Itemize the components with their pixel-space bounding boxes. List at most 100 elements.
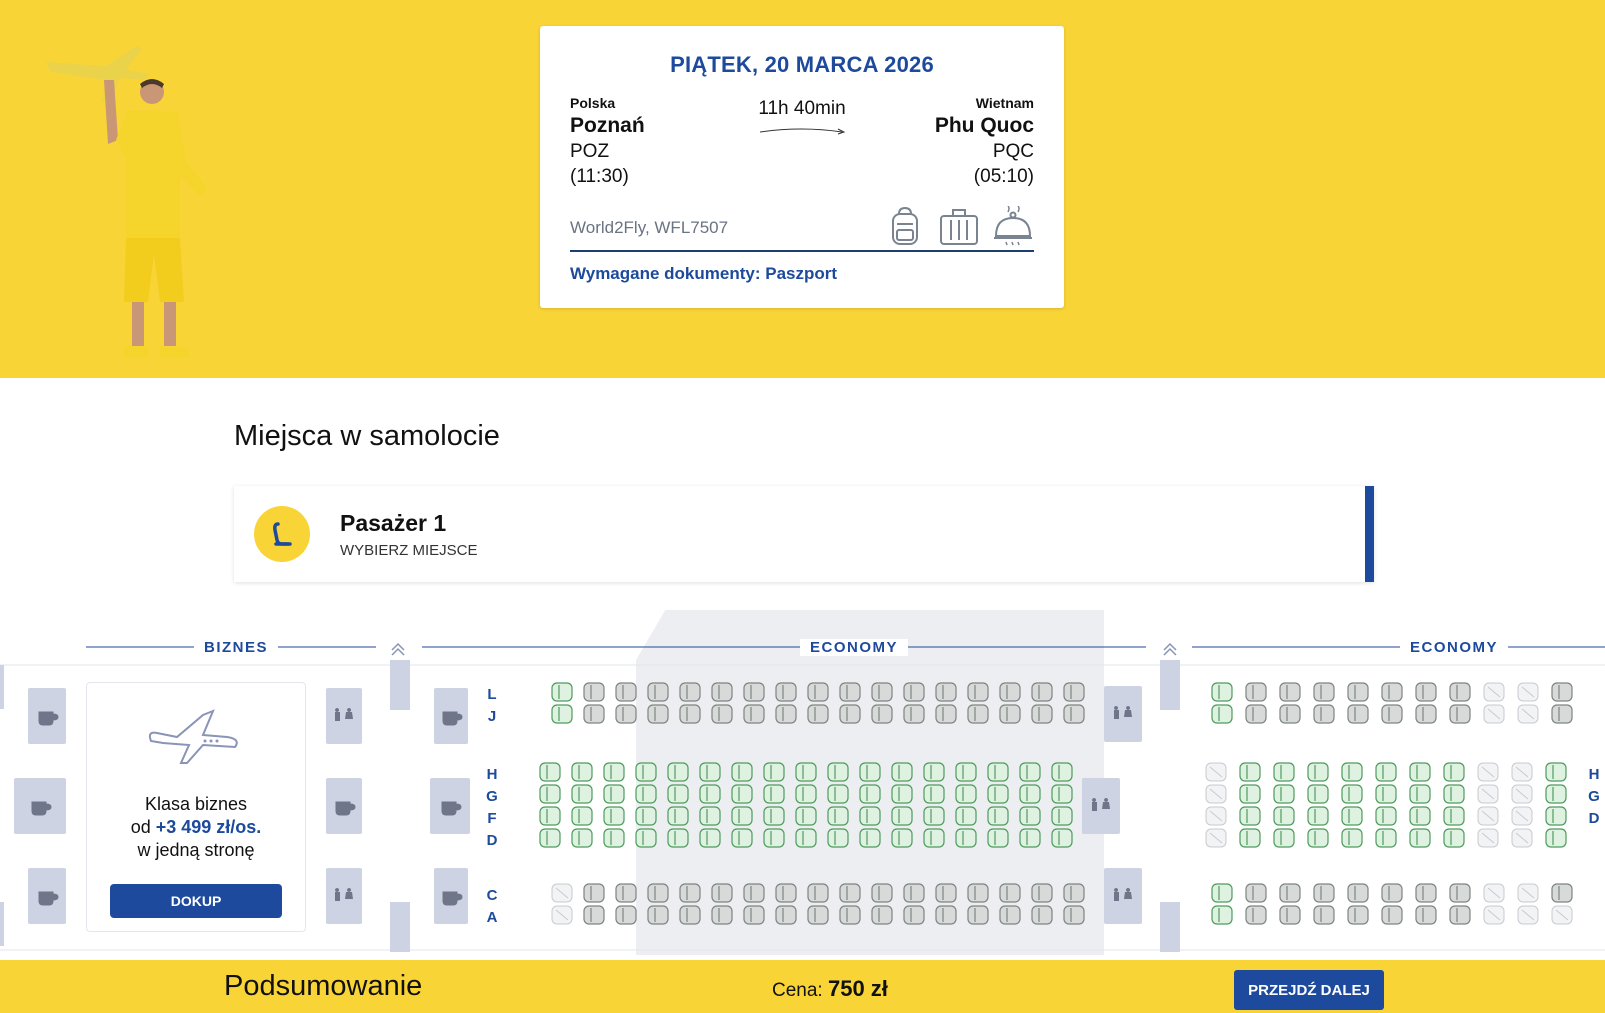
seat[interactable] xyxy=(827,828,849,848)
seat[interactable] xyxy=(731,806,753,826)
seat[interactable] xyxy=(859,784,881,804)
seat[interactable] xyxy=(987,784,1009,804)
seat[interactable] xyxy=(1239,762,1261,782)
seat[interactable] xyxy=(731,784,753,804)
seat[interactable] xyxy=(1375,828,1397,848)
seat[interactable] xyxy=(987,806,1009,826)
seat[interactable] xyxy=(827,784,849,804)
seat[interactable] xyxy=(1273,828,1295,848)
seat[interactable] xyxy=(571,784,593,804)
seat[interactable] xyxy=(1341,784,1363,804)
seat[interactable] xyxy=(795,762,817,782)
seat[interactable] xyxy=(795,828,817,848)
seat[interactable] xyxy=(955,784,977,804)
seat[interactable] xyxy=(1273,762,1295,782)
seat[interactable] xyxy=(1409,806,1431,826)
seat[interactable] xyxy=(859,828,881,848)
seat[interactable] xyxy=(1051,828,1073,848)
seat[interactable] xyxy=(667,762,689,782)
seat[interactable] xyxy=(1545,806,1567,826)
seat[interactable] xyxy=(1443,806,1465,826)
seat[interactable] xyxy=(1211,682,1233,702)
passenger-selector[interactable]: Pasażer 1 WYBIERZ MIEJSCE xyxy=(234,486,1374,582)
seat[interactable] xyxy=(603,762,625,782)
seat[interactable] xyxy=(539,762,561,782)
seat[interactable] xyxy=(1409,762,1431,782)
seat[interactable] xyxy=(699,806,721,826)
seat[interactable] xyxy=(923,762,945,782)
seat[interactable] xyxy=(1545,762,1567,782)
seat[interactable] xyxy=(667,828,689,848)
seat[interactable] xyxy=(1239,784,1261,804)
seat[interactable] xyxy=(795,806,817,826)
seat[interactable] xyxy=(1051,784,1073,804)
seat[interactable] xyxy=(1051,762,1073,782)
seat[interactable] xyxy=(1409,828,1431,848)
seat[interactable] xyxy=(859,762,881,782)
seat[interactable] xyxy=(1341,762,1363,782)
seat[interactable] xyxy=(731,762,753,782)
seat[interactable] xyxy=(1211,905,1233,925)
seat[interactable] xyxy=(635,784,657,804)
seat[interactable] xyxy=(1019,762,1041,782)
seat[interactable] xyxy=(763,762,785,782)
seat[interactable] xyxy=(1239,828,1261,848)
seat[interactable] xyxy=(571,806,593,826)
seat[interactable] xyxy=(923,784,945,804)
continue-button[interactable]: PRZEJDŹ DALEJ xyxy=(1234,970,1384,1010)
seat[interactable] xyxy=(1211,883,1233,903)
seat[interactable] xyxy=(891,828,913,848)
seat[interactable] xyxy=(827,806,849,826)
seat[interactable] xyxy=(1341,806,1363,826)
seat[interactable] xyxy=(1307,828,1329,848)
seat[interactable] xyxy=(955,828,977,848)
seat[interactable] xyxy=(1019,828,1041,848)
seat[interactable] xyxy=(1409,784,1431,804)
seat[interactable] xyxy=(987,828,1009,848)
seat[interactable] xyxy=(603,806,625,826)
seat[interactable] xyxy=(635,828,657,848)
seat[interactable] xyxy=(955,806,977,826)
seat[interactable] xyxy=(571,762,593,782)
seat[interactable] xyxy=(699,762,721,782)
seat[interactable] xyxy=(1443,828,1465,848)
seat[interactable] xyxy=(1307,762,1329,782)
seat[interactable] xyxy=(539,784,561,804)
seat[interactable] xyxy=(763,784,785,804)
seat[interactable] xyxy=(1341,828,1363,848)
seat[interactable] xyxy=(1375,806,1397,826)
seat[interactable] xyxy=(891,806,913,826)
seat[interactable] xyxy=(603,828,625,848)
seat[interactable] xyxy=(1019,806,1041,826)
upgrade-button[interactable]: DOKUP xyxy=(110,884,282,918)
seat[interactable] xyxy=(763,828,785,848)
seat[interactable] xyxy=(731,828,753,848)
seat[interactable] xyxy=(1239,806,1261,826)
seat[interactable] xyxy=(1545,828,1567,848)
seat[interactable] xyxy=(1375,784,1397,804)
seat[interactable] xyxy=(1443,762,1465,782)
seat[interactable] xyxy=(667,784,689,804)
seat[interactable] xyxy=(551,682,573,702)
seat[interactable] xyxy=(571,828,593,848)
seat[interactable] xyxy=(923,828,945,848)
seat[interactable] xyxy=(1375,762,1397,782)
seat[interactable] xyxy=(1273,784,1295,804)
seat[interactable] xyxy=(955,762,977,782)
seat[interactable] xyxy=(1051,806,1073,826)
seat[interactable] xyxy=(827,762,849,782)
seat[interactable] xyxy=(539,828,561,848)
seat[interactable] xyxy=(1273,806,1295,826)
seat[interactable] xyxy=(1307,784,1329,804)
seat[interactable] xyxy=(859,806,881,826)
seat[interactable] xyxy=(699,784,721,804)
seat[interactable] xyxy=(667,806,689,826)
seat[interactable] xyxy=(1545,784,1567,804)
seat[interactable] xyxy=(635,762,657,782)
seat[interactable] xyxy=(891,762,913,782)
seat[interactable] xyxy=(891,784,913,804)
seat[interactable] xyxy=(1307,806,1329,826)
seat[interactable] xyxy=(987,762,1009,782)
seat[interactable] xyxy=(1211,704,1233,724)
seat[interactable] xyxy=(923,806,945,826)
